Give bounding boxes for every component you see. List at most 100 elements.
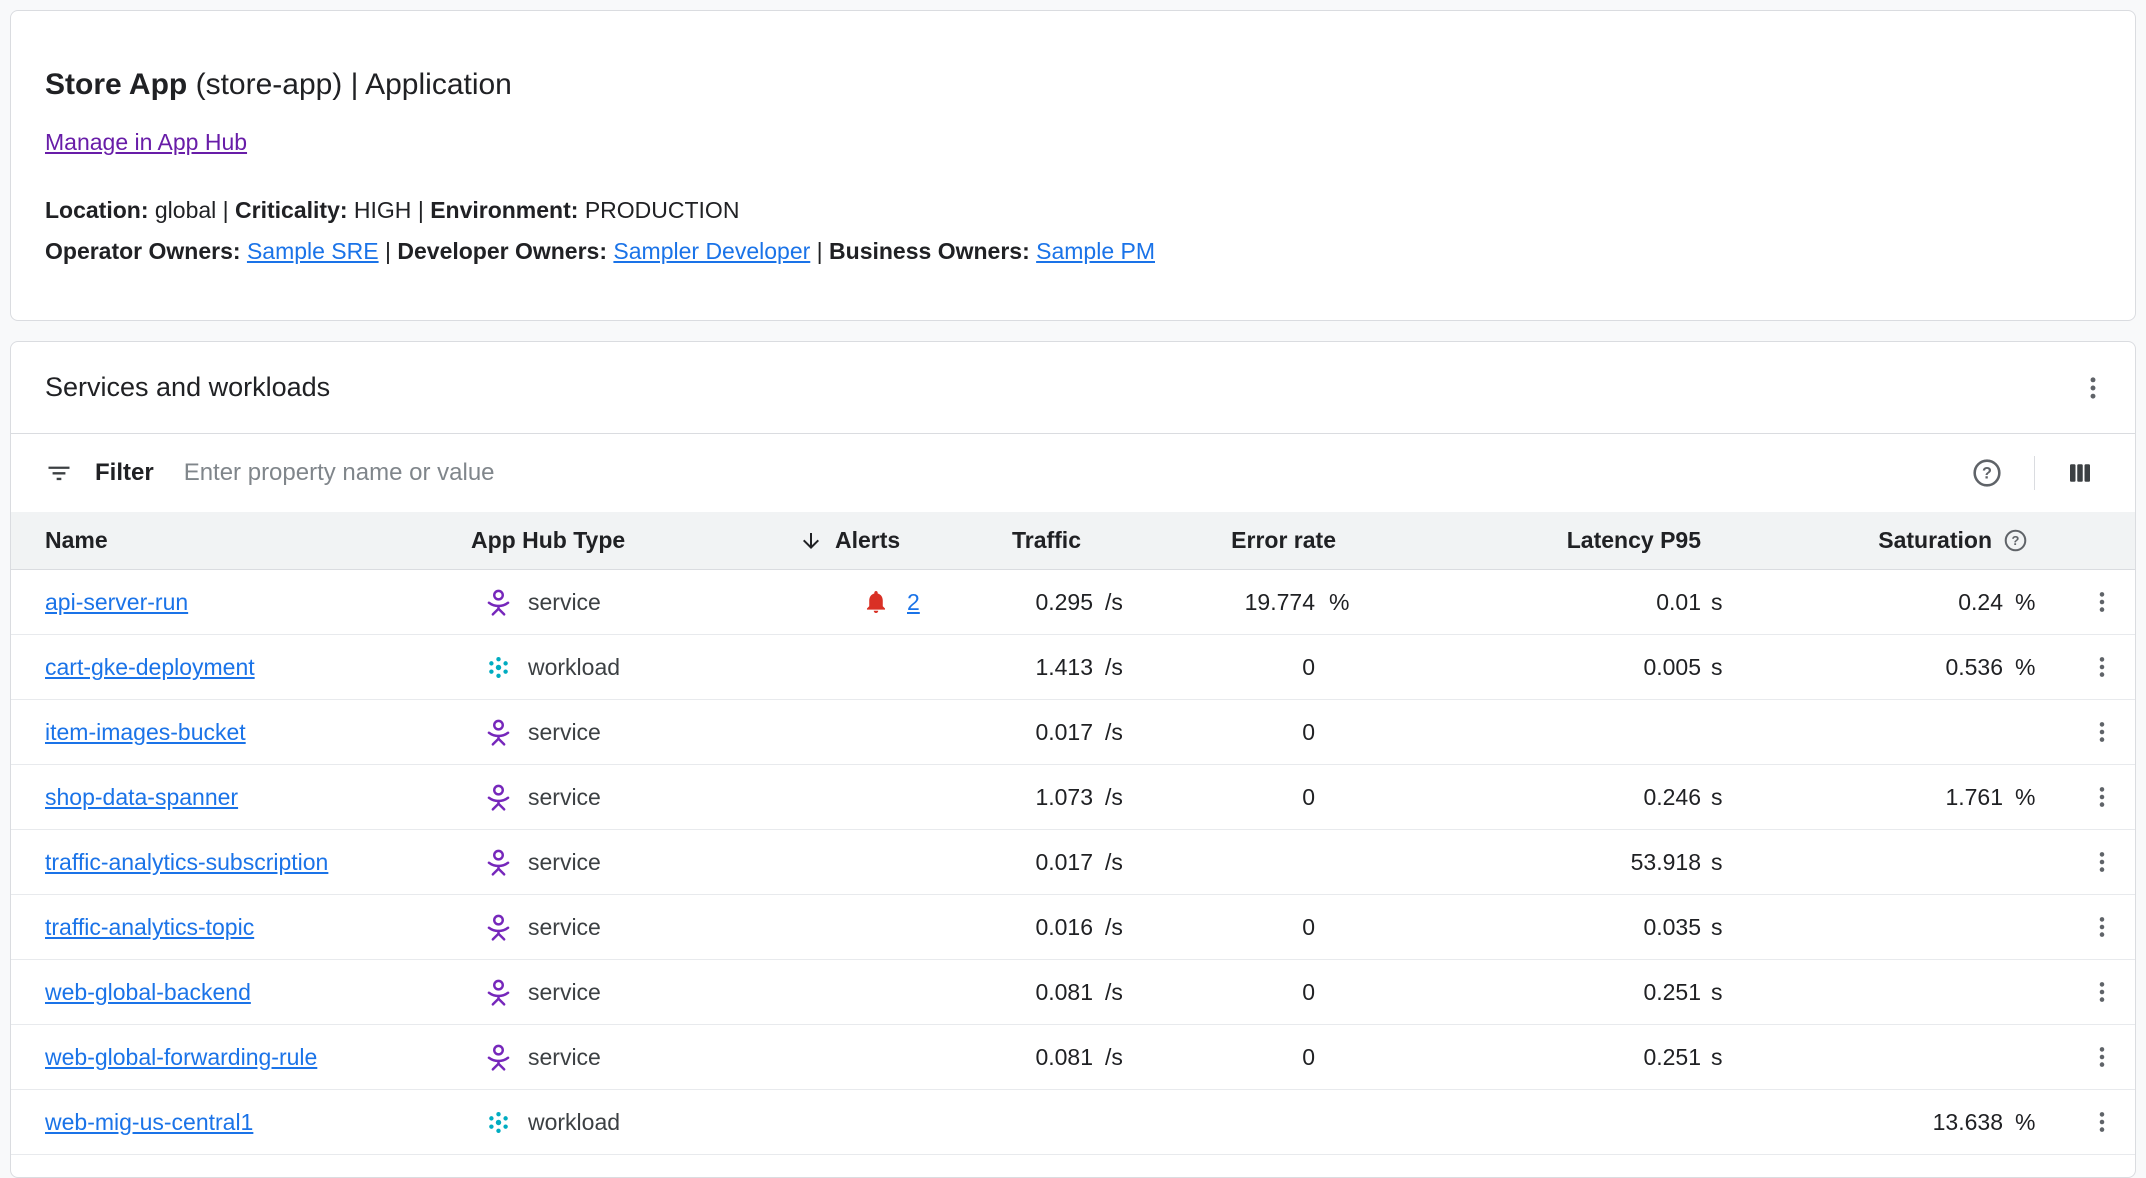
service-icon (483, 587, 514, 618)
saturation-unit: % (2003, 589, 2031, 616)
name-link[interactable]: cart-gke-deployment (45, 654, 255, 681)
filter-input[interactable] (182, 458, 1970, 488)
row-menu-icon[interactable] (2089, 654, 2115, 680)
latency-p95-value: 0.251 (1431, 1044, 1701, 1071)
latency-p95-value: 0.251 (1431, 979, 1701, 1006)
services-card: Services and workloads Filter Name App H… (10, 341, 2136, 1178)
latency-p95-unit: s (1701, 1044, 1731, 1071)
type-label: service (528, 589, 601, 616)
column-display-icon[interactable] (2065, 458, 2095, 488)
column-header-error-rate[interactable]: Error rate (1201, 512, 1431, 569)
name-link[interactable]: traffic-analytics-subscription (45, 849, 328, 876)
app-metadata-line-1: Location: global | Criticality: HIGH | E… (45, 190, 2101, 231)
row-menu-icon[interactable] (2089, 589, 2115, 615)
row-menu-icon[interactable] (2089, 849, 2115, 875)
filter-bar: Filter (11, 434, 2135, 512)
column-header-actions (2031, 512, 2135, 569)
alert-count-link[interactable]: 2 (907, 589, 920, 616)
location-label: Location: (45, 197, 149, 223)
row-menu-icon[interactable] (2089, 1109, 2115, 1135)
traffic-value: 0.295 (1011, 589, 1093, 616)
traffic-value: 0.017 (1011, 719, 1093, 746)
table-row: shop-data-spanner service 1.073/s 0 0.24… (11, 765, 2135, 830)
row-menu-icon[interactable] (2089, 1044, 2115, 1070)
name-link[interactable]: api-server-run (45, 589, 188, 616)
business-owner-link[interactable]: Sample PM (1036, 238, 1155, 264)
separator: | (223, 197, 229, 223)
business-owners-label: Business Owners: (829, 238, 1030, 264)
type-label: service (528, 914, 601, 941)
help-icon[interactable] (1970, 456, 2004, 490)
latency-p95-unit: s (1701, 589, 1731, 616)
table-row: traffic-analytics-topic service 0.016/s … (11, 895, 2135, 960)
operator-owner-link[interactable]: Sample SRE (247, 238, 379, 264)
latency-p95-unit: s (1701, 914, 1731, 941)
saturation-unit: % (2003, 784, 2031, 811)
help-icon[interactable] (2002, 527, 2029, 554)
table-row: traffic-analytics-subscription service 0… (11, 830, 2135, 895)
type-label: service (528, 849, 601, 876)
column-header-alerts[interactable]: Alerts (791, 512, 1011, 569)
saturation-value: 0.24 (1731, 589, 2003, 616)
table-header-row: Name App Hub Type Alerts Traffic Error r… (11, 512, 2135, 570)
error-rate-value: 0 (1201, 1044, 1315, 1071)
traffic-unit: /s (1093, 849, 1138, 876)
table-row: cart-gke-deployment workload 1.413/s 0 0… (11, 635, 2135, 700)
name-link[interactable]: web-global-forwarding-rule (45, 1044, 317, 1071)
row-menu-icon[interactable] (2089, 979, 2115, 1005)
traffic-unit: /s (1093, 719, 1138, 746)
traffic-unit: /s (1093, 979, 1138, 1006)
separator: | (817, 238, 823, 264)
location-value: global (155, 197, 216, 223)
page-title: Store App (store-app) | Application (45, 67, 2101, 103)
name-link[interactable]: traffic-analytics-topic (45, 914, 254, 941)
name-link[interactable]: shop-data-spanner (45, 784, 238, 811)
name-link[interactable]: web-global-backend (45, 979, 251, 1006)
environment-label: Environment: (430, 197, 578, 223)
separator: | (385, 238, 391, 264)
traffic-unit: /s (1093, 784, 1138, 811)
traffic-value: 0.081 (1011, 1044, 1093, 1071)
name-link[interactable]: web-mig-us-central1 (45, 1109, 253, 1136)
latency-p95-value: 0.035 (1431, 914, 1701, 941)
column-header-latency-p95[interactable]: Latency P95 (1431, 512, 1731, 569)
latency-p95-value: 53.918 (1431, 849, 1701, 876)
traffic-value: 1.073 (1011, 784, 1093, 811)
card-menu-icon[interactable] (2079, 374, 2107, 402)
developer-owner-link[interactable]: Sampler Developer (613, 238, 810, 264)
filter-icon (45, 459, 73, 487)
type-label: service (528, 1044, 601, 1071)
column-header-app-hub-type[interactable]: App Hub Type (461, 512, 791, 569)
column-header-name[interactable]: Name (11, 512, 461, 569)
table-row: item-images-bucket service 0.017/s 0 (11, 700, 2135, 765)
manage-in-app-hub-link[interactable]: Manage in App Hub (45, 129, 247, 156)
saturation-unit: % (2003, 1109, 2031, 1136)
service-icon (483, 912, 514, 943)
sort-descending-icon (799, 529, 823, 553)
row-menu-icon[interactable] (2089, 914, 2115, 940)
saturation-value: 1.761 (1731, 784, 2003, 811)
row-menu-icon[interactable] (2089, 719, 2115, 745)
type-label: service (528, 979, 601, 1006)
environment-value: PRODUCTION (585, 197, 740, 223)
name-link[interactable]: item-images-bucket (45, 719, 246, 746)
latency-p95-unit: s (1701, 979, 1731, 1006)
column-header-saturation[interactable]: Saturation (1731, 512, 2031, 569)
traffic-unit: /s (1093, 589, 1138, 616)
service-icon (483, 1042, 514, 1073)
latency-p95-unit: s (1701, 849, 1731, 876)
operator-owners-label: Operator Owners: (45, 238, 241, 264)
traffic-unit: /s (1093, 654, 1138, 681)
column-header-traffic[interactable]: Traffic (1011, 512, 1201, 569)
latency-p95-value: 0.005 (1431, 654, 1701, 681)
alert-bell-icon (863, 589, 889, 615)
filter-label: Filter (95, 459, 154, 487)
row-menu-icon[interactable] (2089, 784, 2115, 810)
service-icon (483, 782, 514, 813)
workload-icon (483, 652, 514, 683)
type-label: workload (528, 654, 620, 681)
saturation-unit: % (2003, 654, 2031, 681)
error-rate-value: 0 (1201, 654, 1315, 681)
error-rate-value: 0 (1201, 914, 1315, 941)
criticality-label: Criticality: (235, 197, 347, 223)
